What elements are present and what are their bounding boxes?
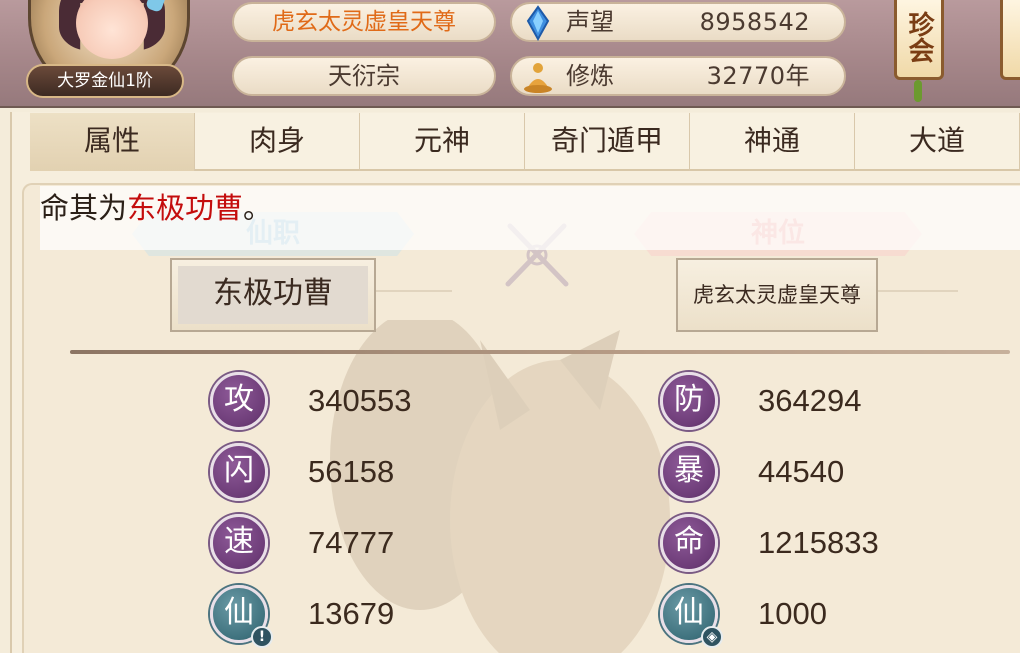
player-title: 虎玄太灵虚皇天尊 [232, 2, 496, 42]
immortal-stat-value: 13679 [308, 596, 395, 631]
fame-label: 声望 [566, 8, 614, 36]
dodge-stat-value: 56158 [308, 454, 395, 489]
defense-stat-value: 364294 [758, 383, 862, 418]
tab-attributes[interactable]: 属性 [30, 113, 195, 171]
notice-suffix: 。 [243, 191, 273, 225]
attack-stat-value: 340553 [308, 383, 412, 418]
attack-stat-icon: 攻 [210, 372, 268, 430]
meditation-icon [524, 63, 552, 93]
notice-banner: 命其为东极功曹。 [40, 186, 1020, 250]
dodge-stat-icon: 闪 [210, 443, 268, 501]
defense-stat-icon: 防 [660, 372, 718, 430]
speed-stat-icon: 速 [210, 514, 268, 572]
shield-icon: ◈ [701, 626, 723, 648]
immortal-stat-icon[interactable]: 仙 ! [210, 585, 273, 648]
tab-dao[interactable]: 大道 [855, 113, 1020, 171]
crit-stat-icon: 暴 [660, 443, 718, 501]
side-menu-button[interactable] [1000, 0, 1020, 80]
xianzhi-card: 东极功曹 [170, 258, 376, 332]
shenwei-card: 虎玄太灵虚皇天尊 [676, 258, 878, 332]
card-deco-line [878, 290, 958, 292]
crit-stat-value: 44540 [758, 454, 845, 489]
tab-qimen[interactable]: 奇门遁甲 [525, 113, 690, 171]
speed-stat-value: 74777 [308, 525, 395, 560]
treasure-fair-button[interactable]: 珍会 [894, 0, 944, 80]
notice-prefix: 命其为 [40, 191, 128, 225]
tab-body[interactable]: 肉身 [195, 113, 360, 171]
tassel-decoration [914, 80, 922, 102]
hp-stat-value: 1215833 [758, 525, 879, 560]
tab-divine-power[interactable]: 神通 [690, 113, 855, 171]
immortal-defense-stat-icon[interactable]: 仙 ◈ [660, 585, 723, 648]
crystal-icon [526, 5, 550, 41]
rank-badge: 大罗金仙1阶 [26, 64, 184, 98]
exclamation-icon: ! [251, 626, 273, 648]
section-divider [70, 350, 1010, 354]
shenwei-value: 虎玄太灵虚皇天尊 [693, 283, 861, 307]
xianzhi-value: 东极功曹 [213, 276, 333, 311]
card-deco-line [376, 290, 452, 292]
fame-value: 8958542 [699, 8, 810, 36]
tab-spirit[interactable]: 元神 [360, 113, 525, 171]
immortal-defense-stat-value: 1000 [758, 596, 827, 631]
cultivation-display: 修炼 32770年 [510, 56, 846, 96]
tab-bar: 属性 肉身 元神 奇门遁甲 神通 大道 [30, 113, 1020, 171]
notice-highlight: 东极功曹 [127, 191, 244, 225]
cultivation-label: 修炼 [566, 62, 614, 90]
cultivation-value: 32770年 [706, 62, 810, 90]
fame-display: 声望 8958542 [510, 2, 846, 42]
sect-name: 天衍宗 [232, 56, 496, 96]
hp-stat-icon: 命 [660, 514, 718, 572]
